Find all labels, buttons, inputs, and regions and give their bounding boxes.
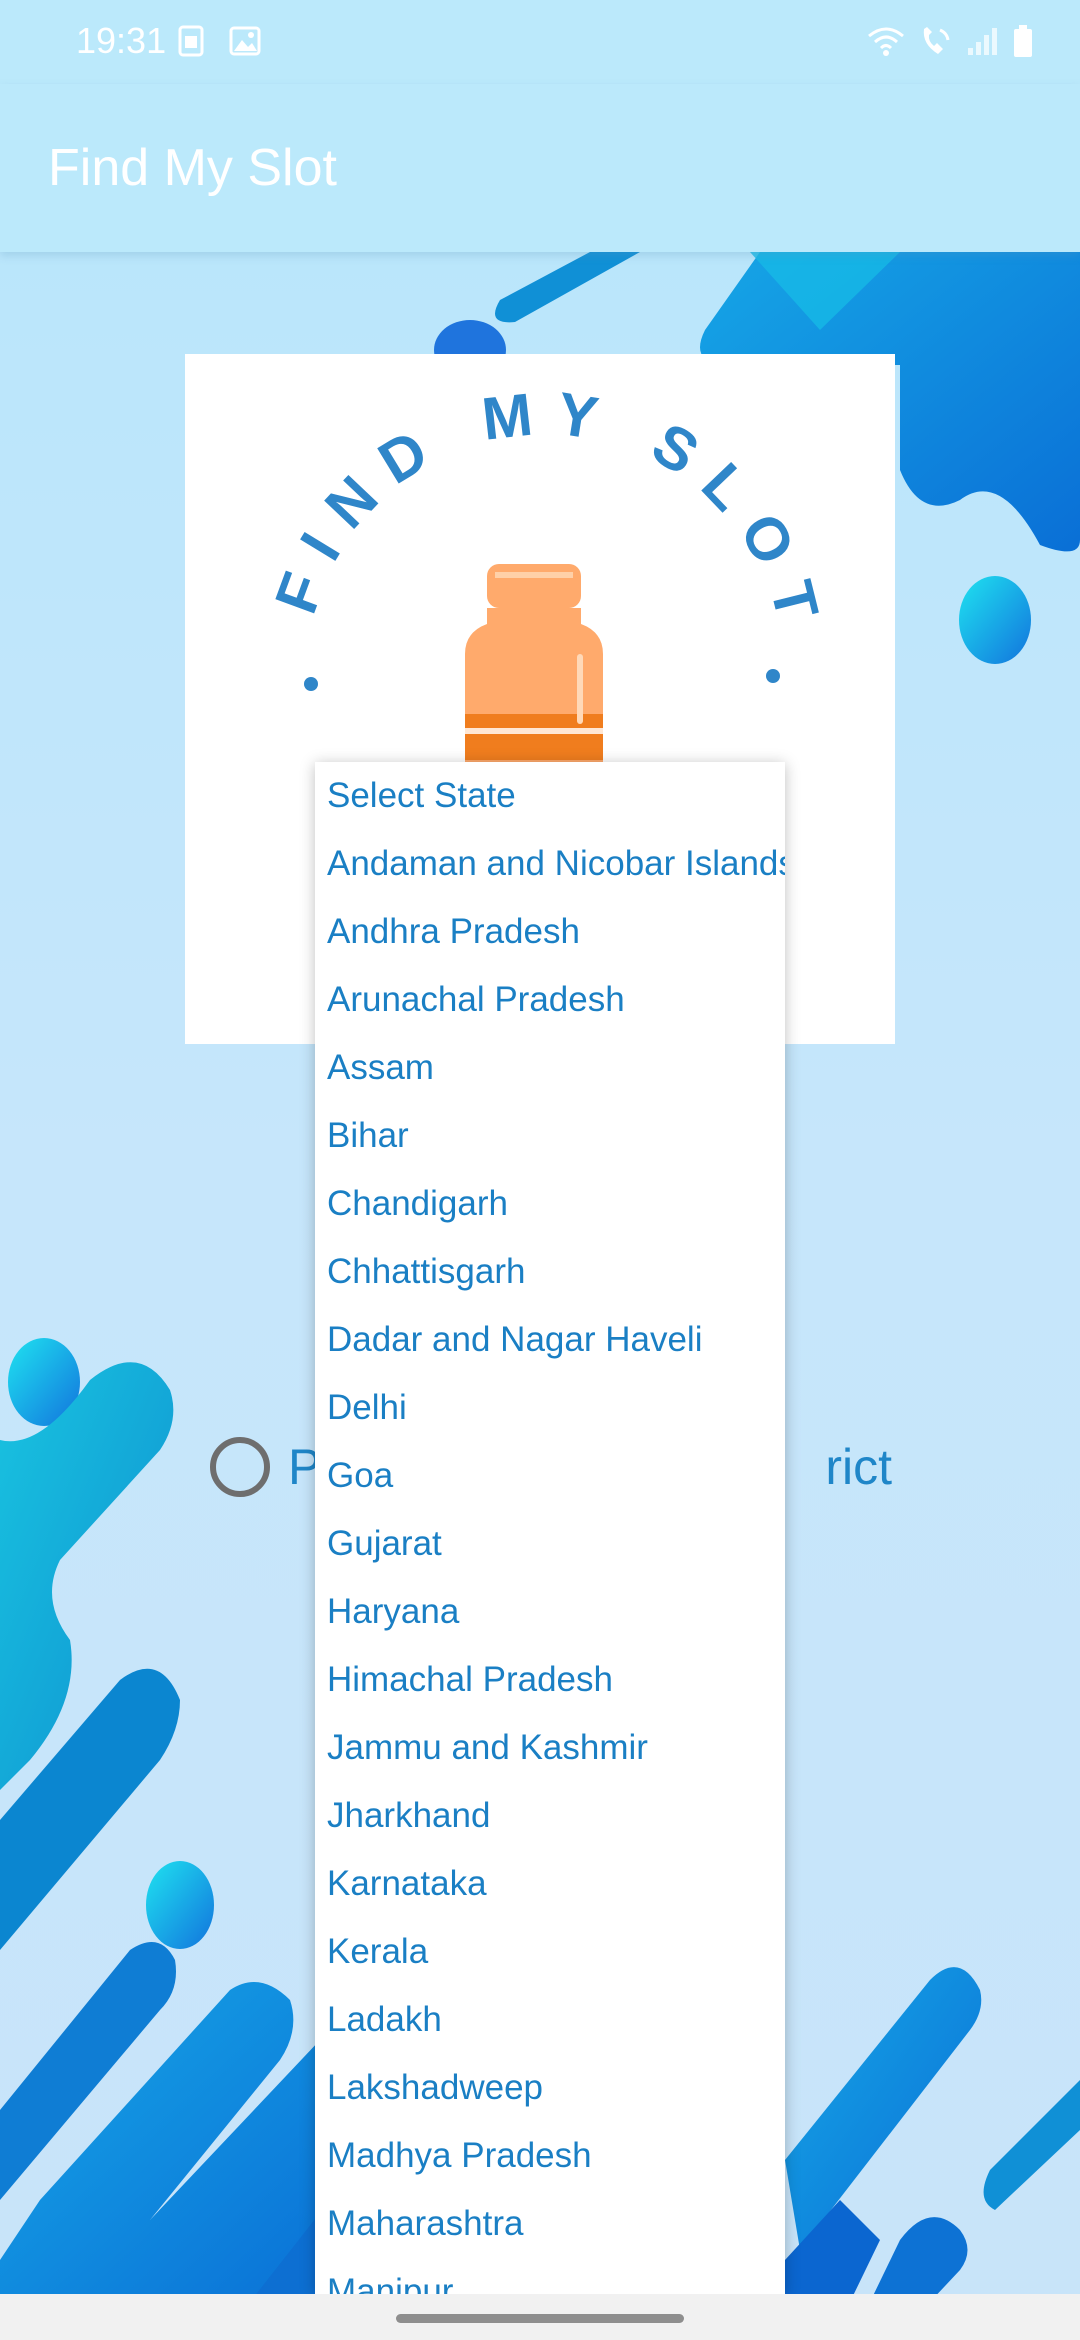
state-option[interactable]: Manipur <box>315 2258 785 2294</box>
state-option[interactable]: Maharashtra <box>315 2190 785 2258</box>
state-option[interactable]: Himachal Pradesh <box>315 1646 785 1714</box>
state-option[interactable]: Chhattisgarh <box>315 1238 785 1306</box>
state-option[interactable]: Assam <box>315 1034 785 1102</box>
image-icon <box>229 26 261 56</box>
status-icons-left <box>174 24 262 60</box>
app-bar: Find My Slot <box>0 84 1080 252</box>
app-title: Find My Slot <box>48 139 337 197</box>
status-bar: 19:31 <box>0 0 1080 84</box>
state-option[interactable]: Gujarat <box>315 1510 785 1578</box>
status-icons-right <box>866 24 1034 58</box>
state-option[interactable]: Bihar <box>315 1102 785 1170</box>
state-option[interactable]: Jharkhand <box>315 1782 785 1850</box>
state-option[interactable]: Haryana <box>315 1578 785 1646</box>
state-option[interactable]: Andhra Pradesh <box>315 898 785 966</box>
state-option[interactable]: Delhi <box>315 1374 785 1442</box>
wifi-calling-icon <box>923 27 950 54</box>
state-option[interactable]: Dadar and Nagar Haveli <box>315 1306 785 1374</box>
status-time: 19:31 <box>76 20 167 61</box>
state-option[interactable]: Arunachal Pradesh <box>315 966 785 1034</box>
navigation-bar <box>0 2294 1080 2340</box>
state-option[interactable]: Karnataka <box>315 1850 785 1918</box>
state-option[interactable]: Madhya Pradesh <box>315 2122 785 2190</box>
state-option[interactable]: Select State <box>315 762 785 830</box>
state-option[interactable]: Chandigarh <box>315 1170 785 1238</box>
state-option[interactable]: Lakshadweep <box>315 2054 785 2122</box>
battery-icon <box>1014 25 1032 57</box>
radio-button[interactable] <box>210 1437 270 1497</box>
wifi-icon <box>868 27 904 56</box>
state-dropdown-list[interactable]: Select State Andaman and Nicobar Islands A… <box>315 762 785 2294</box>
state-option[interactable]: Ladakh <box>315 1986 785 2054</box>
sim-card-icon <box>178 25 204 57</box>
signal-icon <box>968 28 997 55</box>
state-option[interactable]: Jammu and Kashmir <box>315 1714 785 1782</box>
state-option[interactable]: Andaman and Nicobar Islands <box>315 830 785 898</box>
state-option[interactable]: Kerala <box>315 1918 785 1986</box>
state-option[interactable]: Goa <box>315 1442 785 1510</box>
vaccine-bottle-icon <box>465 564 603 774</box>
home-gesture-handle[interactable] <box>396 2314 684 2323</box>
